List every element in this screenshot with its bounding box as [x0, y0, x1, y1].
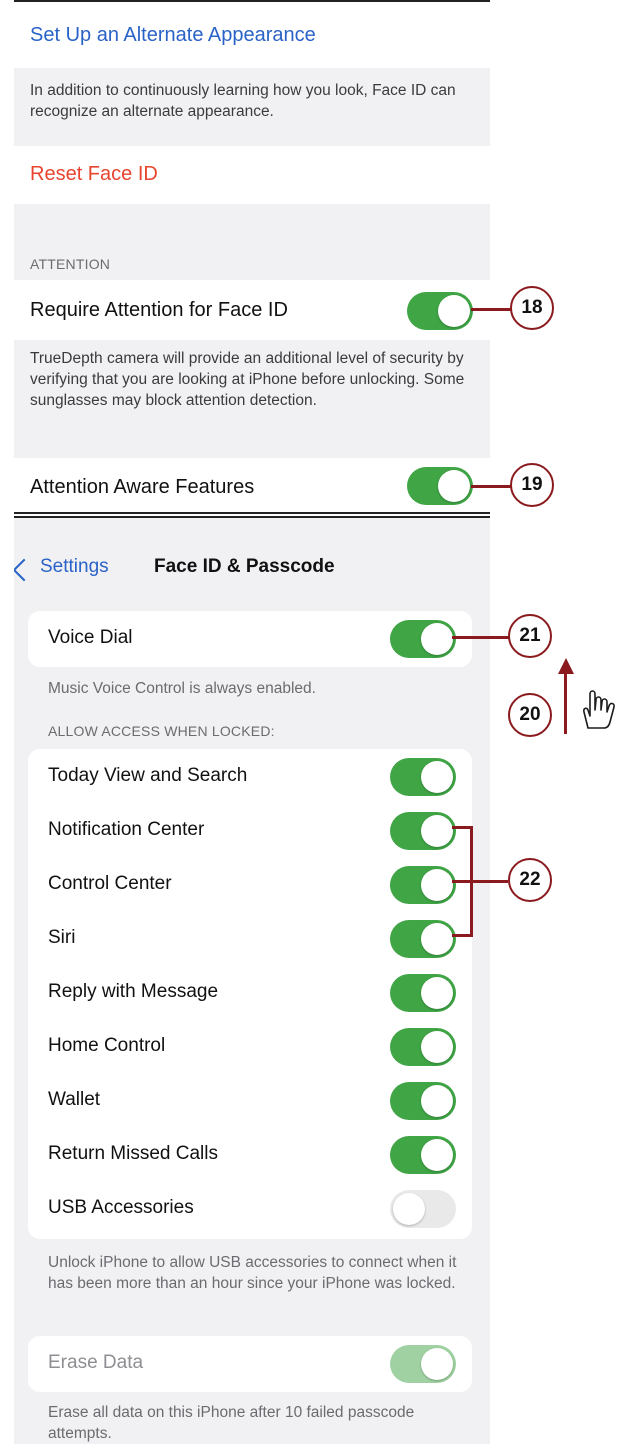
- swipe-up-hand-icon: [583, 690, 615, 729]
- voice-dial-card: Voice Dial: [28, 611, 472, 667]
- home-control-label: Home Control: [48, 1035, 166, 1056]
- require-attention-toggle[interactable]: [407, 292, 473, 330]
- require-attention-footer: TrueDepth camera will provide an additio…: [30, 350, 465, 409]
- nav-back-button[interactable]: Settings: [40, 556, 109, 578]
- attention-aware-toggle[interactable]: [407, 467, 473, 505]
- callout-18: 18: [510, 286, 554, 330]
- attention-section-header: ATTENTION: [30, 256, 111, 272]
- usb-footer: Unlock iPhone to allow USB accessories t…: [48, 1254, 457, 1292]
- locked-item-row[interactable]: Notification Center: [28, 803, 472, 858]
- require-attention-label: Require Attention for Face ID: [30, 299, 288, 321]
- voice-dial-toggle[interactable]: [390, 620, 456, 658]
- return-missed-calls-label: Return Missed Calls: [48, 1143, 218, 1164]
- toggle-knob: [393, 1193, 425, 1225]
- siri-label: Siri: [48, 927, 76, 948]
- attention-aware-label: Attention Aware Features: [30, 476, 255, 498]
- locked-access-card: Today View and Search Notification Cente…: [28, 749, 472, 1239]
- today-view-toggle[interactable]: [390, 758, 456, 796]
- callout-19-leader: [471, 485, 511, 488]
- toggle-knob: [421, 1085, 453, 1117]
- locked-item-row[interactable]: Siri: [28, 911, 472, 966]
- alternate-appearance-footer: In addition to continuously learning how…: [30, 82, 456, 120]
- attention-aware-row[interactable]: Attention Aware Features: [14, 458, 490, 512]
- callout-21: 21: [508, 614, 552, 658]
- voice-dial-row[interactable]: Voice Dial: [28, 611, 472, 666]
- siri-toggle[interactable]: [390, 920, 456, 958]
- locked-access-header: ALLOW ACCESS WHEN LOCKED:: [48, 723, 275, 739]
- toggle-knob: [421, 1139, 453, 1171]
- notification-center-label: Notification Center: [48, 819, 205, 840]
- toggle-knob: [421, 1031, 453, 1063]
- locked-item-row[interactable]: USB Accessories: [28, 1181, 472, 1236]
- callout-21-leader: [452, 636, 510, 639]
- toggle-knob: [421, 977, 453, 1009]
- locked-item-row[interactable]: Reply with Message: [28, 965, 472, 1020]
- today-view-label: Today View and Search: [48, 765, 248, 786]
- toggle-knob: [421, 815, 453, 847]
- control-center-label: Control Center: [48, 873, 172, 894]
- callout-18-leader: [471, 308, 511, 311]
- reply-with-message-label: Reply with Message: [48, 981, 219, 1002]
- callout-20: 20: [508, 693, 552, 737]
- nav-title: Face ID & Passcode: [154, 556, 335, 577]
- voice-dial-footer: Music Voice Control is always enabled.: [48, 680, 316, 697]
- toggle-knob: [421, 869, 453, 901]
- locked-item-row[interactable]: Today View and Search: [28, 749, 472, 804]
- erase-data-label: Erase Data: [48, 1352, 144, 1373]
- usb-accessories-toggle[interactable]: [390, 1190, 456, 1228]
- wallet-label: Wallet: [48, 1089, 101, 1110]
- callout-22-bracket-top: [452, 826, 472, 829]
- erase-data-card: Erase Data: [28, 1336, 472, 1392]
- face-id-settings-panel-top: Set Up an Alternate Appearance In additi…: [14, 0, 490, 514]
- toggle-knob: [421, 1348, 453, 1380]
- scroll-up-arrow-shaft: [564, 672, 567, 734]
- locked-item-row[interactable]: Wallet: [28, 1073, 472, 1128]
- voice-dial-label: Voice Dial: [48, 627, 133, 648]
- alternate-appearance-cell[interactable]: Set Up an Alternate Appearance: [14, 2, 490, 68]
- reset-face-id-button[interactable]: Reset Face ID: [30, 163, 158, 186]
- locked-item-row[interactable]: Home Control: [28, 1019, 472, 1074]
- reply-with-message-toggle[interactable]: [390, 974, 456, 1012]
- erase-data-toggle[interactable]: [390, 1345, 456, 1383]
- erase-data-footer: Erase all data on this iPhone after 10 f…: [48, 1404, 415, 1442]
- toggle-knob: [421, 923, 453, 955]
- locked-item-row[interactable]: Return Missed Calls: [28, 1127, 472, 1182]
- require-attention-row[interactable]: Require Attention for Face ID: [14, 280, 490, 340]
- alternate-appearance-link[interactable]: Set Up an Alternate Appearance: [30, 24, 316, 47]
- erase-data-row[interactable]: Erase Data: [28, 1336, 472, 1391]
- scroll-up-arrow-head: [558, 658, 574, 674]
- callout-22-bracket-spine: [470, 826, 473, 937]
- toggle-knob: [421, 623, 453, 655]
- panel-bottom-border: [14, 512, 490, 514]
- reset-face-id-cell[interactable]: Reset Face ID: [14, 146, 490, 204]
- callout-22-bracket-bottom: [452, 934, 472, 937]
- notification-center-toggle[interactable]: [390, 812, 456, 850]
- usb-accessories-label: USB Accessories: [48, 1197, 194, 1218]
- locked-item-row[interactable]: Control Center: [28, 857, 472, 912]
- wallet-toggle[interactable]: [390, 1082, 456, 1120]
- chevron-left-icon[interactable]: [14, 558, 36, 582]
- face-id-settings-panel-bottom: Settings Face ID & Passcode Voice Dial M…: [14, 516, 490, 1444]
- toggle-knob: [438, 295, 470, 327]
- panel-top-border: [14, 516, 490, 518]
- home-control-toggle[interactable]: [390, 1028, 456, 1066]
- toggle-knob: [421, 761, 453, 793]
- callout-19: 19: [510, 463, 554, 507]
- callout-22: 22: [508, 858, 552, 902]
- callout-22-bracket-mid: [452, 880, 508, 883]
- return-missed-calls-toggle[interactable]: [390, 1136, 456, 1174]
- toggle-knob: [438, 470, 470, 502]
- control-center-toggle[interactable]: [390, 866, 456, 904]
